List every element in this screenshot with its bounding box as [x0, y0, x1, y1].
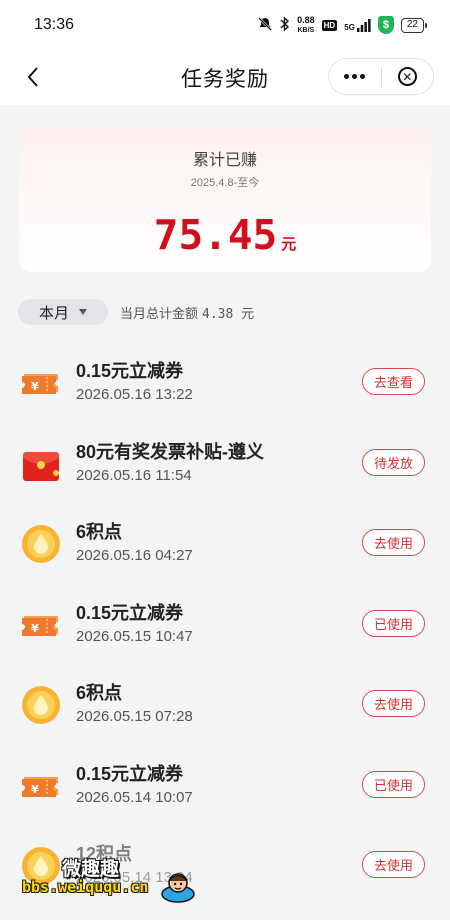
coupon-icon: ¥ [20, 765, 62, 807]
amount-unit: 元 [281, 236, 297, 253]
reward-item: ¥0.15元立减券 2026.05.16 13:22 去查看 [0, 342, 450, 423]
coin-points-icon [20, 684, 62, 726]
svg-text:¥: ¥ [31, 783, 39, 796]
reward-action-button[interactable]: 去使用 [362, 851, 425, 878]
filter-row: 本月 当月总计金额 4.38 元 [18, 298, 254, 326]
reward-time: 2026.05.15 07:28 [76, 708, 193, 725]
signal-icon: 5G [344, 18, 371, 32]
status-time: 13:36 [34, 16, 75, 33]
reward-title: 0.15元立减券 [76, 763, 184, 784]
reward-item: 6积点 2026.05.15 07:28 去使用 [0, 664, 450, 745]
mascot-icon [160, 868, 196, 904]
reward-action-button[interactable]: 去使用 [362, 690, 425, 717]
reward-action-button[interactable]: 去使用 [362, 529, 425, 556]
month-total-label: 当月总计金额 [120, 305, 199, 321]
reward-item: ¥0.15元立减券 2026.05.14 10:07 已使用 [0, 745, 450, 826]
month-total-value: 4.38 元 [202, 306, 255, 322]
reward-item: 6积点 2026.05.16 04:27 去使用 [0, 503, 450, 584]
reward-time: 2026.05.16 11:54 [76, 466, 192, 484]
red-envelope-icon [20, 443, 62, 485]
coin-points-icon [20, 523, 62, 565]
total-earned-label: 累计已赚 [192, 152, 257, 169]
coupon-icon: ¥ [20, 604, 62, 646]
reward-list: ¥0.15元立减券 2026.05.16 13:22 去查看 80元有奖发票补贴-遵义… [0, 342, 450, 906]
reward-time: 2026.05.15 10:47 [76, 627, 193, 645]
total-earned-amount: 75.45 元 [19, 211, 431, 259]
svg-text:¥: ¥ [31, 380, 39, 393]
reward-item: 80元有奖发票补贴-遵义 2026.05.16 11:54 待发放 [0, 423, 450, 504]
watermark: 微趣趣 bbs.weiququ.cn [4, 842, 214, 912]
month-total: 当月总计金额 4.38 元 [120, 303, 254, 322]
chevron-left-icon [27, 67, 38, 87]
watermark-top-text: 微趣趣 [62, 859, 120, 880]
nav-bar: 任务奖励 ✕ [0, 50, 450, 105]
reward-action-button[interactable]: 去查看 [362, 368, 425, 395]
reward-title: 0.15元立减券 [76, 361, 184, 381]
back-button[interactable] [18, 62, 48, 92]
date-range: 2025.4.8-至今 [190, 177, 260, 189]
security-shield-icon: $ [377, 16, 394, 34]
reward-action-button[interactable]: 已使用 [362, 609, 425, 637]
reward-time: 2026.05.16 13:22 [76, 386, 193, 403]
hd-badge: HD [321, 19, 338, 31]
reward-time: 2026.05.14 10:07 [76, 788, 193, 806]
reward-title: 6积点 [76, 522, 123, 542]
more-button[interactable] [329, 59, 381, 94]
amount-value: 75.45 [153, 211, 278, 259]
battery-indicator: 22 [400, 17, 428, 33]
reward-title: 80元有奖发票补贴-遵义 [76, 441, 265, 462]
bluetooth-icon [280, 15, 290, 35]
earnings-summary-card: 累计已赚 2025.4.8-至今 75.45 元 [19, 125, 431, 272]
reward-title: 6积点 [76, 683, 123, 703]
page-title: 任务奖励 [181, 67, 269, 91]
more-dots-icon [344, 74, 366, 79]
svg-text:¥: ¥ [31, 622, 39, 635]
status-icons: 0.88 KB/S HD 5G $ 22 [257, 14, 428, 35]
reward-time: 2026.05.16 04:27 [76, 547, 193, 564]
close-button[interactable]: ✕ [382, 59, 434, 94]
net-speed: 0.88 KB/S [297, 14, 315, 34]
status-bar: 13:36 0.88 KB/S HD 5G $ 22 [0, 0, 450, 50]
close-circle-icon: ✕ [397, 67, 417, 86]
watermark-url: bbs.weiququ.cn [22, 878, 149, 896]
month-label: 本月 [38, 304, 69, 322]
reward-action-button[interactable]: 待发放 [362, 448, 425, 476]
reward-action-button[interactable]: 已使用 [362, 770, 425, 798]
reward-title: 0.15元立减券 [76, 602, 184, 623]
month-selector[interactable]: 本月 [18, 299, 108, 325]
reward-item: ¥0.15元立减券 2026.05.15 10:47 已使用 [0, 584, 450, 665]
dropdown-triangle-icon [79, 309, 87, 315]
miniapp-capsule: ✕ [328, 58, 434, 95]
mute-icon [257, 16, 273, 35]
coupon-icon: ¥ [20, 362, 62, 404]
